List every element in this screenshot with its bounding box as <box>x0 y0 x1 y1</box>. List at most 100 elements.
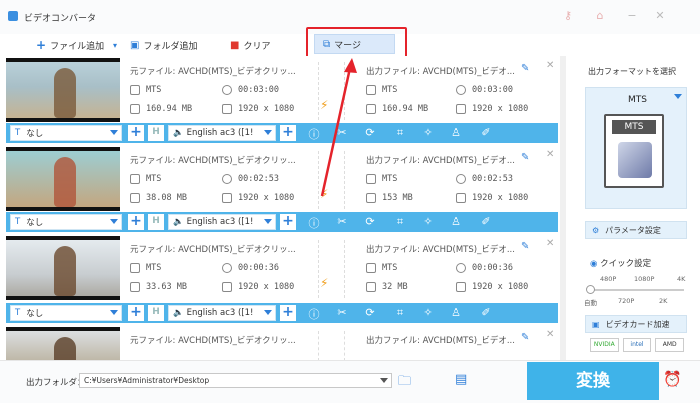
chevron-down-icon <box>264 130 272 135</box>
edit-toolbar: T なし + H 🔈 English ac3 ([1! + ⓘ ✂ ⟳ ⌗ ✧ ♙ … <box>6 123 558 143</box>
edit-icon[interactable]: ✎ <box>521 332 529 343</box>
format-icon <box>130 263 140 273</box>
chevron-down-icon[interactable] <box>674 94 682 99</box>
chevron-down-icon <box>264 219 272 224</box>
clear-button[interactable]: ■ クリア <box>230 37 270 53</box>
scissors-icon[interactable]: ✂ <box>335 215 349 228</box>
subtitle-select[interactable]: T なし <box>10 125 122 141</box>
crop-icon[interactable]: ⌗ <box>393 126 407 140</box>
divider <box>318 62 319 120</box>
lightning-icon: ⚡ <box>320 187 329 201</box>
list-item[interactable]: 元ファイル: AVCHD(MTS)_ビデオクリッ... 出力ファイル: AVCH… <box>0 325 560 360</box>
add-subtitle-button[interactable]: + <box>128 214 144 230</box>
resolution-icon <box>456 282 466 292</box>
audio-select[interactable]: 🔈 English ac3 ([1! <box>168 214 276 230</box>
close-icon[interactable]: ✕ <box>546 238 554 249</box>
close-icon[interactable]: ✕ <box>546 60 554 71</box>
output-format: MTS <box>382 263 398 273</box>
cart-icon[interactable]: ⌂ <box>592 8 608 24</box>
rotate-icon[interactable]: ⟳ <box>363 306 377 319</box>
parameter-settings-button[interactable]: ⚙ パラメータ設定 <box>585 221 687 239</box>
resolution-icon <box>456 104 466 114</box>
lightning-icon: ⚡ <box>320 98 329 112</box>
chevron-down-icon <box>110 219 118 224</box>
effect-icon[interactable]: ✧ <box>421 126 435 139</box>
info-icon[interactable]: ⓘ <box>307 215 321 231</box>
folder-icon[interactable]: 🗀 <box>398 372 411 394</box>
rotate-icon[interactable]: ⟳ <box>363 215 377 228</box>
subtitle-edit-button[interactable]: H <box>148 125 164 141</box>
crop-icon[interactable]: ⌗ <box>393 306 407 320</box>
subtitle-select[interactable]: T なし <box>10 305 122 321</box>
quick-settings-text: クイック設定 <box>600 259 652 269</box>
filesize-icon <box>366 104 376 114</box>
add-audio-button[interactable]: + <box>280 305 296 321</box>
output-filename: 出力ファイル: AVCHD(MTS)_ビデオ... <box>366 245 515 255</box>
effect-icon[interactable]: ✧ <box>421 215 435 228</box>
add-subtitle-button[interactable]: + <box>128 305 144 321</box>
open-output-icon[interactable]: ▤ <box>455 372 467 387</box>
speaker-icon: 🔈 <box>173 128 184 138</box>
edit-icon[interactable]: ✎ <box>521 241 529 252</box>
add-subtitle-button[interactable]: + <box>128 125 144 141</box>
text-icon: T <box>15 308 21 318</box>
edit-pen-icon[interactable]: ✐ <box>479 306 493 319</box>
resolution-icon <box>222 282 232 292</box>
quality-slider[interactable] <box>588 289 684 291</box>
scrollbar[interactable] <box>560 56 566 360</box>
minimize-button[interactable]: − <box>624 8 640 24</box>
close-icon[interactable]: ✕ <box>546 329 554 340</box>
watermark-icon[interactable]: ♙ <box>449 306 463 319</box>
crop-icon[interactable]: ⌗ <box>393 215 407 229</box>
audio-select[interactable]: 🔈 English ac3 ([1! <box>168 125 276 141</box>
quick-settings-label: ◉ クイック設定 <box>590 257 651 269</box>
watermark-icon[interactable]: ♙ <box>449 126 463 139</box>
watermark-icon[interactable]: ♙ <box>449 215 463 228</box>
add-file-label: ファイル追加 <box>50 41 105 52</box>
output-path-field[interactable]: C:¥Users¥Administrator¥Desktop <box>79 373 392 388</box>
effect-icon[interactable]: ✧ <box>421 306 435 319</box>
format-name: MTS <box>628 95 647 105</box>
format-icon <box>366 85 376 95</box>
edit-pen-icon[interactable]: ✐ <box>479 215 493 228</box>
audio-select[interactable]: 🔈 English ac3 ([1! <box>168 305 276 321</box>
rotate-icon[interactable]: ⟳ <box>363 126 377 139</box>
output-duration: 00:03:00 <box>472 85 513 95</box>
output-format: MTS <box>382 174 398 184</box>
slider-knob[interactable] <box>586 285 595 294</box>
camcorder-icon <box>618 142 652 178</box>
output-duration: 00:02:53 <box>472 174 513 184</box>
source-resolution: 1920 x 1080 <box>238 193 295 203</box>
add-file-dropdown[interactable]: ▾ <box>113 37 117 53</box>
divider <box>318 151 319 209</box>
clock-icon <box>456 263 466 273</box>
divider <box>318 240 319 298</box>
close-icon[interactable]: ✕ <box>546 149 554 160</box>
add-audio-button[interactable]: + <box>280 214 296 230</box>
scissors-icon[interactable]: ✂ <box>335 306 349 319</box>
subtitle-edit-button[interactable]: H <box>148 305 164 321</box>
add-file-button[interactable]: + ファイル追加 <box>36 37 104 53</box>
subtitle-select[interactable]: T なし <box>10 214 122 230</box>
gpu-acceleration-button[interactable]: ▣ ビデオカード加速 <box>585 315 687 333</box>
chevron-down-icon[interactable] <box>380 378 388 383</box>
scissors-icon[interactable]: ✂ <box>335 126 349 139</box>
video-thumbnail[interactable] <box>6 58 120 122</box>
output-duration: 00:00:36 <box>472 263 513 273</box>
video-thumbnail[interactable] <box>6 327 120 360</box>
subtitle-edit-button[interactable]: H <box>148 214 164 230</box>
source-format: MTS <box>146 174 162 184</box>
edit-pen-icon[interactable]: ✐ <box>479 126 493 139</box>
add-audio-button[interactable]: + <box>280 125 296 141</box>
key-icon[interactable]: ⚷ <box>560 8 576 24</box>
info-icon[interactable]: ⓘ <box>307 306 321 322</box>
info-icon[interactable]: ⓘ <box>307 126 321 142</box>
edit-icon[interactable]: ✎ <box>521 63 529 74</box>
close-button[interactable]: ✕ <box>652 8 668 24</box>
convert-button[interactable]: 変換 <box>527 362 659 400</box>
alarm-clock-icon[interactable]: ⏰ <box>663 370 682 388</box>
edit-icon[interactable]: ✎ <box>521 152 529 163</box>
video-thumbnail[interactable] <box>6 147 120 211</box>
add-folder-button[interactable]: ▣ フォルダ追加 <box>130 37 197 53</box>
video-thumbnail[interactable] <box>6 236 120 300</box>
